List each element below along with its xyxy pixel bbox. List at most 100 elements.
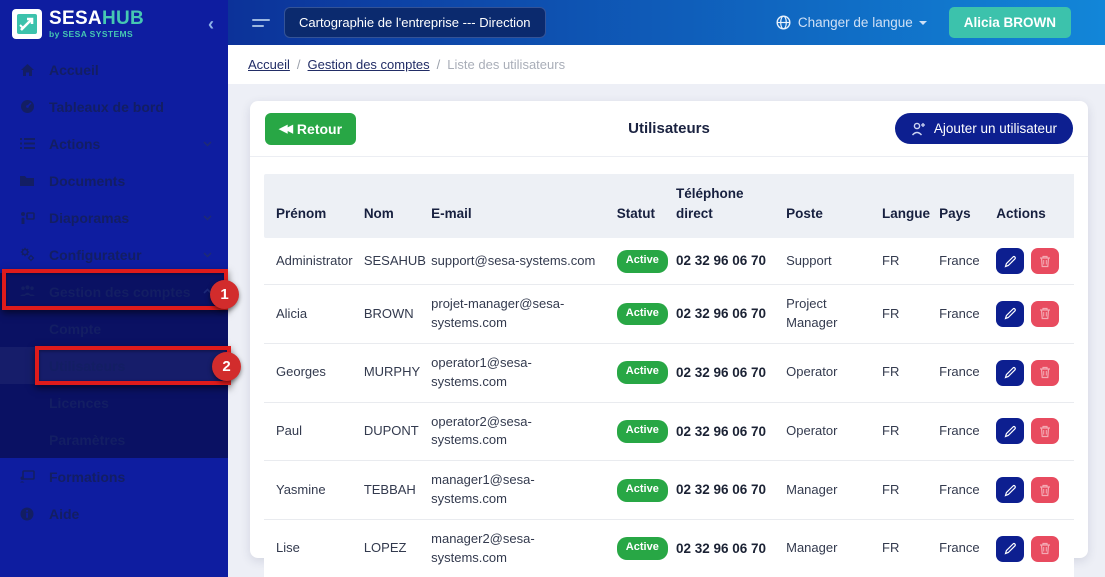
col-header-telephone: Téléphone direct <box>667 174 779 239</box>
table-row: Paul DUPONT operator2@sesa-systems.com A… <box>264 402 1074 462</box>
breadcrumb-link-gestion-des-comptes[interactable]: Gestion des comptes <box>308 57 430 72</box>
caret-down-icon <box>918 20 927 25</box>
sidebar-item-label: Formations <box>49 468 126 485</box>
sidebar-item-licences[interactable]: Licences <box>0 384 228 421</box>
cell-langue: FR <box>874 238 932 286</box>
language-menu-label: Changer de langue <box>797 15 913 30</box>
sidebar-item-label: Documents <box>49 172 126 189</box>
cell-poste: Project Manager <box>778 284 875 344</box>
sidebar-item-parametres[interactable]: Paramètres <box>0 421 228 458</box>
status-badge: Active <box>616 249 668 273</box>
status-badge: Active <box>616 478 668 502</box>
delete-user-button[interactable] <box>1031 359 1060 386</box>
cell-poste: Manager <box>778 519 875 577</box>
delete-user-button[interactable] <box>1031 535 1060 562</box>
cell-prenom: Lise <box>264 519 356 577</box>
cell-pays: France <box>931 343 989 403</box>
col-header-statut: Statut <box>608 174 668 239</box>
add-user-button[interactable]: Ajouter un utilisateur <box>894 113 1073 144</box>
cell-pays: France <box>931 238 989 286</box>
sidebar-item-accueil[interactable]: Accueil <box>0 51 228 88</box>
cell-email: support@sesa-systems.com <box>423 238 609 286</box>
sidebar-item-actions[interactable]: Actions <box>0 125 228 162</box>
sidebar-item-utilisateurs[interactable]: Utilisateurs <box>0 347 228 384</box>
globe-icon <box>776 15 791 30</box>
page-context-select[interactable]: Cartographie de l'entreprise --- Directi… <box>284 7 546 38</box>
menu-toggle-icon[interactable] <box>252 18 272 27</box>
sidebar-item-documents[interactable]: Documents <box>0 162 228 199</box>
edit-user-button[interactable] <box>996 248 1025 275</box>
sidebar-item-label: Compte <box>49 320 102 337</box>
cell-prenom: Yasmine <box>264 460 356 520</box>
cell-nom: DUPONT <box>355 402 424 462</box>
cell-langue: FR <box>874 460 932 520</box>
delete-user-button[interactable] <box>1031 248 1060 275</box>
edit-user-button[interactable] <box>996 418 1025 445</box>
cell-email: projet-manager@sesa-systems.com <box>423 284 609 344</box>
pencil-icon <box>1004 366 1017 379</box>
sidebar-nav: Accueil Tableaux de bord Actions Documen… <box>0 48 228 532</box>
sidebar-item-configurateur[interactable]: Configurateur <box>0 236 228 273</box>
cell-langue: FR <box>874 343 932 403</box>
sidebar-header: SESAHUB by SESA SYSTEMS ‹ <box>0 0 228 48</box>
cell-nom: TEBBAH <box>355 460 424 520</box>
edit-user-button[interactable] <box>996 359 1025 386</box>
sidebar: SESAHUB by SESA SYSTEMS ‹ Accueil Tablea… <box>0 0 228 577</box>
users-table-wrapper: Prénom Nom E-mail Statut Téléphone direc… <box>250 157 1088 577</box>
cell-pays: France <box>931 460 989 520</box>
person-plus-icon <box>911 122 926 136</box>
cell-nom: MURPHY <box>355 343 424 403</box>
edit-user-button[interactable] <box>996 300 1025 327</box>
sidebar-collapse-icon[interactable]: ‹ <box>204 14 218 35</box>
breadcrumb-separator: / <box>296 57 301 72</box>
sidebar-item-gestion-des-comptes[interactable]: Gestion des comptes <box>0 273 228 310</box>
dashboard-icon <box>18 99 36 115</box>
pencil-icon <box>1004 542 1017 555</box>
cell-langue: FR <box>874 519 932 577</box>
sesahub-logo-icon <box>12 9 42 39</box>
sidebar-item-aide[interactable]: Aide <box>0 495 228 532</box>
table-row: Alicia BROWN projet-manager@sesa-systems… <box>264 284 1074 344</box>
folder-icon <box>18 173 36 189</box>
col-header-email: E-mail <box>423 174 609 239</box>
training-icon <box>18 469 36 485</box>
col-header-nom: Nom <box>355 174 424 239</box>
chevron-down-icon <box>202 138 214 150</box>
cell-telephone: 02 32 96 06 70 <box>667 343 779 403</box>
sidebar-item-label: Configurateur <box>49 246 142 263</box>
cell-email: operator1@sesa-systems.com <box>423 343 609 403</box>
sidebar-item-label: Licences <box>49 394 109 411</box>
table-row: Yasmine TEBBAH manager1@sesa-systems.com… <box>264 460 1074 520</box>
sidebar-item-compte[interactable]: Compte <box>0 310 228 347</box>
sidebar-item-formations[interactable]: Formations <box>0 458 228 495</box>
delete-user-button[interactable] <box>1031 300 1060 327</box>
pencil-icon <box>1004 425 1017 438</box>
sidebar-item-label: Aide <box>49 505 80 522</box>
pencil-icon <box>1004 255 1017 268</box>
topbar: Cartographie de l'entreprise --- Directi… <box>228 0 1105 45</box>
breadcrumb-current: Liste des utilisateurs <box>447 57 566 72</box>
breadcrumb-link-accueil[interactable]: Accueil <box>248 57 290 72</box>
cell-prenom: Alicia <box>264 284 356 344</box>
col-header-poste: Poste <box>778 174 875 239</box>
delete-user-button[interactable] <box>1031 418 1060 445</box>
sidebar-item-tableaux-de-bord[interactable]: Tableaux de bord <box>0 88 228 125</box>
cell-langue: FR <box>874 402 932 462</box>
cell-poste: Operator <box>778 343 875 403</box>
user-profile-button[interactable]: Alicia BROWN <box>948 7 1071 38</box>
cell-nom: SESAHUB <box>355 238 426 286</box>
language-menu[interactable]: Changer de langue <box>776 15 927 30</box>
sidebar-item-label: Tableaux de bord <box>49 98 164 115</box>
back-button-label: Retour <box>296 120 343 137</box>
main-content: ◀◀ Retour Utilisateurs Ajouter un utilis… <box>228 84 1105 577</box>
brand-primary: SESA <box>49 8 102 30</box>
sidebar-item-label: Gestion des comptes <box>49 283 191 300</box>
chevron-down-icon <box>202 212 214 224</box>
cell-poste: Operator <box>778 402 875 462</box>
edit-user-button[interactable] <box>996 535 1025 562</box>
delete-user-button[interactable] <box>1031 477 1060 504</box>
back-button[interactable]: ◀◀ Retour <box>265 112 357 145</box>
cell-telephone: 02 32 96 06 70 <box>667 402 779 462</box>
edit-user-button[interactable] <box>996 477 1025 504</box>
sidebar-item-diaporamas[interactable]: Diaporamas <box>0 199 228 236</box>
